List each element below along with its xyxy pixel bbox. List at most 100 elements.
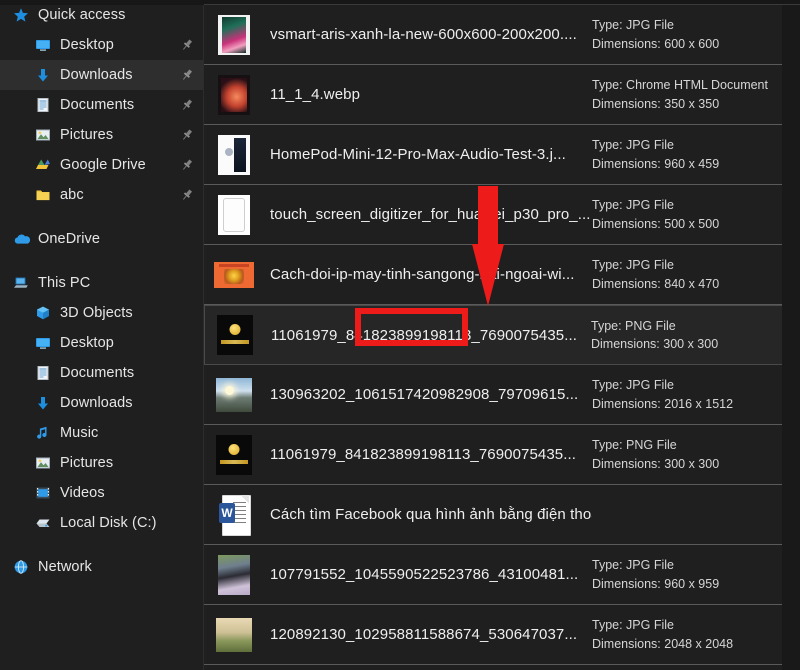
file-thumbnail xyxy=(204,135,264,175)
thumbnail-image xyxy=(217,315,253,355)
file-metadata: Type: Chrome HTML DocumentDimensions: 35… xyxy=(592,76,782,112)
hard-drive-icon xyxy=(34,514,52,532)
thumbnail-image xyxy=(216,435,252,475)
file-name: 11_1_4.webp xyxy=(270,86,592,103)
sidebar-item-label: Downloads xyxy=(60,395,133,411)
sidebar-item-music[interactable]: Music xyxy=(0,418,204,448)
3d-objects-icon xyxy=(34,304,52,322)
file-type: Type: JPG File xyxy=(592,256,782,274)
file-name: Cach-doi-ip-may-tinh-sangong-hai-ngoai-w… xyxy=(270,266,592,283)
documents-icon xyxy=(34,96,52,114)
sidebar-item-label: Quick access xyxy=(38,7,125,23)
file-type: Type: JPG File xyxy=(592,16,782,34)
nav-spacer xyxy=(0,254,204,268)
sidebar-item-3d-objects[interactable]: 3D Objects xyxy=(0,298,204,328)
sidebar-item-google-drive[interactable]: Google Drive xyxy=(0,150,204,180)
file-type: Type: Chrome HTML Document xyxy=(592,76,782,94)
sidebar-item-local-disk-c[interactable]: Local Disk (C:) xyxy=(0,508,204,538)
file-metadata: Type: PNG FileDimensions: 300 x 300 xyxy=(591,317,781,353)
sidebar-item-label: Pictures xyxy=(60,127,113,143)
sidebar-item-pictures[interactable]: Pictures xyxy=(0,120,204,150)
sidebar-item-desktop[interactable]: Desktop xyxy=(0,30,204,60)
file-thumbnail xyxy=(204,555,264,595)
sidebar-item-label: Documents xyxy=(60,365,134,381)
file-metadata: Type: JPG FileDimensions: 960 x 959 xyxy=(592,556,782,592)
file-explorer-window: Quick accessDesktopDownloadsDocumentsPic… xyxy=(0,0,800,670)
sidebar-item-desktop[interactable]: Desktop xyxy=(0,328,204,358)
sidebar-item-label: Desktop xyxy=(60,37,114,53)
thumbnail-image xyxy=(216,378,252,412)
sidebar-item-network[interactable]: Network xyxy=(0,552,204,582)
file-metadata: Type: JPG FileDimensions: 2016 x 1512 xyxy=(592,376,782,412)
download-icon xyxy=(34,394,52,412)
file-thumbnail xyxy=(205,315,265,355)
sidebar-item-downloads[interactable]: Downloads xyxy=(0,60,204,90)
sidebar-item-documents[interactable]: Documents xyxy=(0,90,204,120)
sidebar-item-label: Google Drive xyxy=(60,157,146,173)
sidebar-item-documents[interactable]: Documents xyxy=(0,358,204,388)
file-thumbnail xyxy=(204,195,264,235)
thumbnail-image xyxy=(214,262,254,288)
top-divider-line xyxy=(204,4,800,5)
pin-icon[interactable] xyxy=(180,128,194,142)
desktop-icon xyxy=(34,334,52,352)
file-row[interactable]: 107791552_1045590522523786_43100481...Ty… xyxy=(204,545,800,605)
file-metadata: Type: JPG FileDimensions: 600 x 600 xyxy=(592,16,782,52)
sidebar-item-this-pc[interactable]: This PC xyxy=(0,268,204,298)
file-name: Cách tìm Facebook qua hình ảnh bằng điện… xyxy=(270,506,592,523)
scrollbar-rail[interactable] xyxy=(782,0,800,670)
sidebar-item-label: This PC xyxy=(38,275,90,291)
thumbnail-image xyxy=(218,75,250,115)
file-row[interactable]: W Cách tìm Facebook qua hình ảnh bằng điệ… xyxy=(204,485,800,545)
file-row[interactable]: 130963202_1061517420982908_79709615...Ty… xyxy=(204,365,800,425)
navigation-tree[interactable]: Quick accessDesktopDownloadsDocumentsPic… xyxy=(0,0,204,582)
pin-icon[interactable] xyxy=(180,38,194,52)
file-rows[interactable]: vsmart-aris-xanh-la-new-600x600-200x200.… xyxy=(204,5,800,665)
file-metadata: Type: JPG FileDimensions: 840 x 470 xyxy=(592,256,782,292)
sidebar-item-pictures[interactable]: Pictures xyxy=(0,448,204,478)
file-type: Type: JPG File xyxy=(592,136,782,154)
navigation-sidebar[interactable]: Quick accessDesktopDownloadsDocumentsPic… xyxy=(0,0,204,670)
star-icon xyxy=(12,6,30,24)
sidebar-item-downloads[interactable]: Downloads xyxy=(0,388,204,418)
file-dimensions: Dimensions: 500 x 500 xyxy=(592,215,782,233)
pin-icon[interactable] xyxy=(180,158,194,172)
file-thumbnail xyxy=(204,15,264,55)
file-name: 11061979_841823899198113_7690075435... xyxy=(270,446,592,463)
file-name: touch_screen_digitizer_for_huawei_p30_pr… xyxy=(270,206,592,223)
desktop-icon xyxy=(34,36,52,54)
file-row[interactable]: touch_screen_digitizer_for_huawei_p30_pr… xyxy=(204,185,800,245)
file-row[interactable]: 11061979_841823899198113_7690075435...Ty… xyxy=(204,425,800,485)
file-metadata: Type: JPG FileDimensions: 500 x 500 xyxy=(592,196,782,232)
file-row[interactable]: 120892130_102958811588674_530647037...Ty… xyxy=(204,605,800,665)
file-name: vsmart-aris-xanh-la-new-600x600-200x200.… xyxy=(270,26,592,43)
thumbnail-image xyxy=(218,195,250,235)
google-drive-icon xyxy=(34,156,52,174)
pin-icon[interactable] xyxy=(180,98,194,112)
sidebar-item-onedrive[interactable]: OneDrive xyxy=(0,224,204,254)
videos-icon xyxy=(34,484,52,502)
documents-icon xyxy=(34,364,52,382)
file-metadata: Type: JPG FileDimensions: 2048 x 2048 xyxy=(592,616,782,652)
file-row[interactable]: 11061979_841823899198113_7690075435...Ty… xyxy=(204,305,800,365)
thumbnail-image: W xyxy=(217,494,251,536)
file-row[interactable]: vsmart-aris-xanh-la-new-600x600-200x200.… xyxy=(204,5,800,65)
file-dimensions: Dimensions: 960 x 959 xyxy=(592,575,782,593)
thumbnail-image xyxy=(218,15,250,55)
sidebar-item-label: Local Disk (C:) xyxy=(60,515,157,531)
pictures-icon xyxy=(34,454,52,472)
file-thumbnail xyxy=(204,435,264,475)
pin-icon[interactable] xyxy=(180,188,194,202)
file-row[interactable]: 11_1_4.webpType: Chrome HTML DocumentDim… xyxy=(204,65,800,125)
file-row[interactable]: Cach-doi-ip-may-tinh-sangong-hai-ngoai-w… xyxy=(204,245,800,305)
sidebar-item-abc[interactable]: abc xyxy=(0,180,204,210)
file-type: Type: JPG File xyxy=(592,556,782,574)
file-list-pane[interactable]: vsmart-aris-xanh-la-new-600x600-200x200.… xyxy=(204,0,800,670)
sidebar-item-videos[interactable]: Videos xyxy=(0,478,204,508)
this-pc-icon xyxy=(12,274,30,292)
pin-icon[interactable] xyxy=(180,68,194,82)
file-row[interactable]: HomePod-Mini-12-Pro-Max-Audio-Test-3.j..… xyxy=(204,125,800,185)
file-type: Type: JPG File xyxy=(592,616,782,634)
file-dimensions: Dimensions: 300 x 300 xyxy=(591,335,781,353)
sidebar-item-label: OneDrive xyxy=(38,231,100,247)
